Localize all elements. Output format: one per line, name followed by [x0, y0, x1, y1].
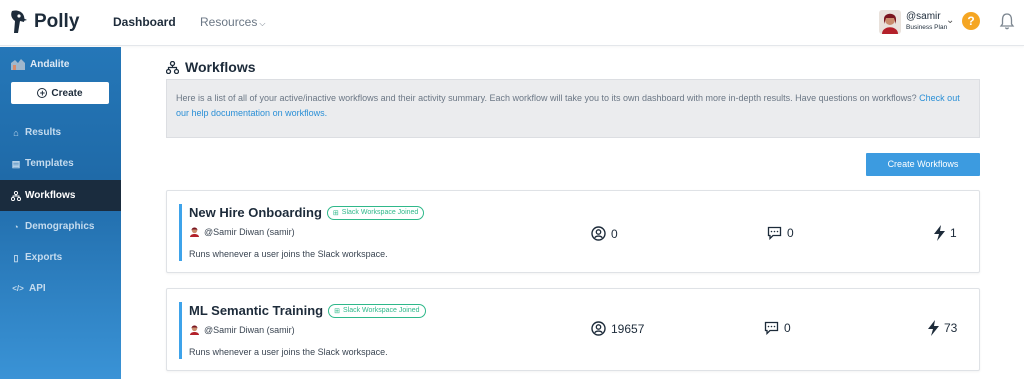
create-button[interactable]: + Create	[11, 82, 109, 104]
runs-count: 1	[950, 226, 957, 240]
pie-icon: ◔	[13, 221, 19, 232]
sidebar-item-label: Workflows	[25, 190, 76, 201]
create-workflows-button[interactable]: Create Workflows	[866, 153, 980, 176]
user-chevron-down-icon[interactable]: ⌄	[946, 15, 954, 26]
nav-dashboard[interactable]: Dashboard	[113, 15, 176, 29]
parrot-logo-icon	[11, 10, 27, 33]
sidebar-item-label: Results	[25, 127, 62, 138]
workflow-card[interactable]: New Hire Onboarding ⊞ Slack Workspace Jo…	[166, 190, 980, 273]
workflow-description: Runs whenever a user joins the Slack wor…	[189, 347, 388, 357]
avatar	[879, 10, 901, 34]
sidebar-item-demographics[interactable]: ◔ Demographics	[0, 211, 121, 242]
user-handle: @samir	[906, 11, 941, 22]
slack-icon: ⊞	[332, 209, 339, 217]
org-name: Andalite	[30, 58, 70, 70]
create-button-label: Create	[51, 87, 83, 99]
responses-count: 0	[784, 321, 791, 335]
workflow-title[interactable]: ML Semantic Training	[189, 303, 323, 318]
nav-resources[interactable]: Resources ⌵	[200, 15, 265, 29]
workflow-description: Runs whenever a user joins the Slack wor…	[189, 249, 388, 259]
brand-name: Polly	[34, 11, 80, 32]
chevron-down-icon: ⌵	[259, 19, 266, 28]
bell-icon[interactable]	[999, 12, 1015, 30]
organization-icon	[11, 59, 25, 70]
avatar	[190, 325, 199, 335]
owner-name: @Samir Diwan (samir)	[204, 226, 295, 237]
responses-stat: 0	[764, 321, 791, 335]
avatar	[190, 227, 199, 237]
trigger-badge-label: Slack Workspace Joined	[343, 307, 420, 314]
lightning-icon	[928, 320, 939, 336]
org-switcher[interactable]: Andalite	[11, 58, 69, 70]
file-icon: ▯	[13, 252, 19, 263]
sidebar-item-label: API	[29, 283, 46, 294]
runs-stat: 1	[934, 225, 957, 241]
slack-icon: ⊞	[334, 307, 340, 315]
responses-count: 0	[787, 226, 794, 240]
lightning-icon	[934, 225, 945, 241]
user-circle-icon	[591, 226, 606, 241]
sidebar-item-results[interactable]: ⌂ Results	[0, 117, 121, 148]
workflow-owner: @Samir Diwan (samir)	[189, 226, 295, 237]
main-content: Workflows Here is a list of all of your …	[121, 47, 1024, 379]
code-icon: </>	[12, 283, 24, 293]
responses-stat: 0	[767, 226, 794, 240]
info-text: Here is a list of all of your active/ina…	[176, 93, 917, 103]
template-icon: ▤	[11, 158, 21, 169]
sidebar-item-templates[interactable]: ▤ Templates	[0, 148, 121, 179]
sidebar-item-api[interactable]: </> API	[0, 273, 121, 304]
trigger-badge-label: Slack Workspace Joined	[341, 209, 419, 216]
workflow-card[interactable]: ML Semantic Training ⊞ Slack Workspace J…	[166, 288, 980, 371]
trigger-badge: ⊞ Slack Workspace Joined	[326, 205, 425, 220]
sidebar-item-label: Templates	[25, 158, 74, 169]
user-menu[interactable]: @samir Business Plan	[879, 10, 947, 34]
sidebar-item-label: Exports	[25, 252, 63, 263]
brand-logo[interactable]: Polly	[8, 9, 79, 35]
sidebar: Andalite + Create ⌂ Results ▤ Templates …	[0, 47, 121, 379]
participants-count: 0	[611, 226, 618, 241]
nav-resources-label: Resources	[200, 15, 258, 29]
plus-circle-icon: +	[37, 88, 48, 98]
home-icon: ⌂	[13, 127, 19, 138]
page-title: Workflows	[166, 59, 256, 75]
sidebar-item-label: Demographics	[25, 221, 95, 232]
user-plan: Business Plan	[906, 24, 948, 31]
workflow-icon	[11, 190, 21, 201]
workflow-icon	[166, 60, 179, 74]
workflow-owner: @Samir Diwan (samir)	[189, 324, 295, 335]
user-circle-icon	[591, 321, 606, 336]
card-accent-bar	[179, 302, 182, 359]
sidebar-item-workflows[interactable]: Workflows	[0, 180, 121, 211]
sidebar-item-exports[interactable]: ▯ Exports	[0, 242, 121, 273]
help-button[interactable]: ?	[962, 12, 980, 30]
runs-stat: 73	[928, 320, 957, 336]
info-banner: Here is a list of all of your active/ina…	[166, 79, 980, 138]
owner-name: @Samir Diwan (samir)	[204, 324, 295, 335]
card-accent-bar	[179, 204, 182, 261]
runs-count: 73	[944, 321, 958, 335]
page-title-text: Workflows	[185, 59, 256, 75]
top-bar: Polly Dashboard Resources ⌵ @samir Busine…	[0, 0, 1024, 46]
comment-icon	[764, 321, 779, 335]
workflow-title[interactable]: New Hire Onboarding	[189, 205, 322, 220]
participants-count: 19657	[611, 321, 645, 336]
participants-stat: 0	[591, 226, 618, 241]
participants-stat: 19657	[591, 321, 644, 336]
trigger-badge: ⊞ Slack Workspace Joined	[328, 303, 426, 318]
comment-icon	[767, 226, 782, 240]
